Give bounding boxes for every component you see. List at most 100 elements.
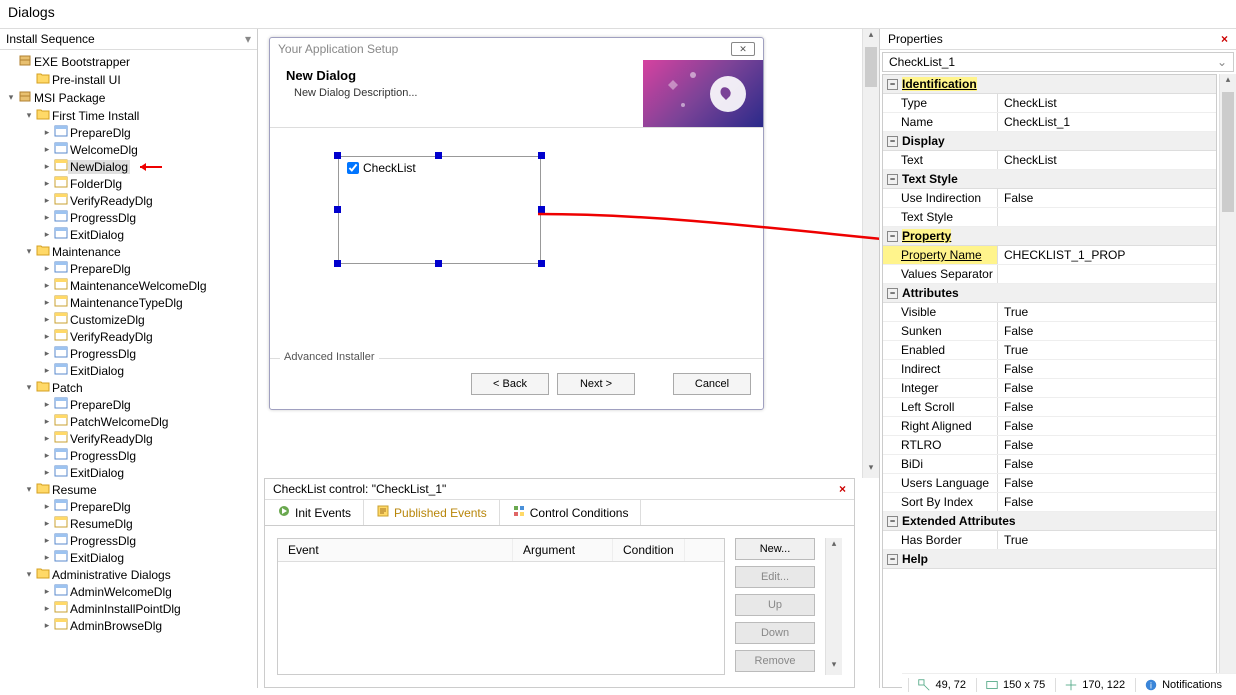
prop-row-indirect[interactable]: IndirectFalse [883, 360, 1216, 379]
prop-row-values-separator[interactable]: Values Separator [883, 265, 1216, 284]
prop-value[interactable]: False [998, 436, 1216, 454]
prop-row-use-indirection[interactable]: Use IndirectionFalse [883, 189, 1216, 208]
prop-row-name[interactable]: NameCheckList_1 [883, 113, 1216, 132]
checklist-control[interactable]: CheckList [338, 156, 541, 264]
prop-value[interactable]: False [998, 455, 1216, 473]
resize-handle[interactable] [538, 206, 545, 213]
expand-icon[interactable]: ▾ [4, 91, 18, 105]
tree-item-preparedlg[interactable]: ▸PrepareDlg [0, 124, 257, 141]
expand-icon[interactable]: ▸ [40, 228, 54, 242]
collapse-icon[interactable]: − [887, 79, 898, 90]
prop-group-help[interactable]: −Help [883, 550, 1216, 569]
prop-row-has-border[interactable]: Has BorderTrue [883, 531, 1216, 550]
tree-item-administrative-dialogs[interactable]: ▾Administrative Dialogs [0, 566, 257, 583]
prop-value[interactable]: CheckList_1 [998, 113, 1216, 131]
collapse-icon[interactable]: − [887, 136, 898, 147]
expand-icon[interactable]: ▸ [40, 364, 54, 378]
close-icon[interactable]: ✕ [731, 42, 755, 56]
tree-item-first-time-install[interactable]: ▾First Time Install [0, 107, 257, 124]
tree-item-maintenance[interactable]: ▾Maintenance [0, 243, 257, 260]
next-button[interactable]: Next > [557, 373, 635, 395]
scrollbar[interactable]: ▴ ▾ [1219, 74, 1236, 688]
prop-value[interactable]: False [998, 398, 1216, 416]
expand-icon[interactable]: ▾ [22, 381, 36, 395]
prop-row-property-name[interactable]: Property NameCHECKLIST_1_PROP [883, 246, 1216, 265]
tab-published-events[interactable]: Published Events [364, 500, 500, 525]
resize-handle[interactable] [334, 260, 341, 267]
prop-value[interactable]: False [998, 189, 1216, 207]
prop-value[interactable]: False [998, 322, 1216, 340]
prop-row-visible[interactable]: VisibleTrue [883, 303, 1216, 322]
close-icon[interactable]: × [839, 482, 846, 496]
prop-group-property[interactable]: −Property [883, 227, 1216, 246]
collapse-icon[interactable]: − [887, 174, 898, 185]
prop-row-users-language[interactable]: Users LanguageFalse [883, 474, 1216, 493]
prop-row-rtlro[interactable]: RTLROFalse [883, 436, 1216, 455]
resize-handle[interactable] [538, 152, 545, 159]
collapse-icon[interactable]: − [887, 516, 898, 527]
new-button[interactable]: New... [735, 538, 815, 560]
prop-value[interactable] [998, 208, 1216, 226]
expand-icon[interactable]: ▸ [40, 211, 54, 225]
status-notifications[interactable]: i Notifications [1135, 678, 1230, 692]
back-button[interactable]: < Back [471, 373, 549, 395]
tree-item-folderdlg[interactable]: ▸FolderDlg [0, 175, 257, 192]
tree-item-welcomedlg[interactable]: ▸WelcomeDlg [0, 141, 257, 158]
tree-item-exe-bootstrapper[interactable]: EXE Bootstrapper [0, 52, 257, 71]
column-header-argument[interactable]: Argument [513, 539, 613, 561]
tree-item-resumedlg[interactable]: ▸ResumeDlg [0, 515, 257, 532]
prop-group-text-style[interactable]: −Text Style [883, 170, 1216, 189]
expand-icon[interactable]: ▸ [40, 330, 54, 344]
dialog-tree[interactable]: EXE BootstrapperPre-install UI▾MSI Packa… [0, 50, 257, 688]
expand-icon[interactable] [4, 55, 18, 69]
tree-item-patchwelcomedlg[interactable]: ▸PatchWelcomeDlg [0, 413, 257, 430]
prop-value[interactable]: False [998, 360, 1216, 378]
checklist-checkbox[interactable] [347, 162, 359, 174]
expand-icon[interactable]: ▸ [40, 347, 54, 361]
prop-value[interactable]: True [998, 303, 1216, 321]
tree-item-verifyreadydlg[interactable]: ▸VerifyReadyDlg [0, 328, 257, 345]
dialog-canvas[interactable]: Your Application Setup ✕ New Dialog New … [258, 29, 879, 478]
tree-item-resume[interactable]: ▾Resume [0, 481, 257, 498]
expand-icon[interactable]: ▾ [22, 245, 36, 259]
expand-icon[interactable] [22, 73, 36, 87]
chevron-down-icon[interactable]: ▾ [245, 32, 251, 46]
expand-icon[interactable]: ▸ [40, 551, 54, 565]
resize-handle[interactable] [334, 206, 341, 213]
prop-group-identification[interactable]: −Identification [883, 75, 1216, 94]
property-grid[interactable]: −IdentificationTypeCheckListNameCheckLis… [882, 74, 1217, 688]
tree-item-preparedlg[interactable]: ▸PrepareDlg [0, 260, 257, 277]
tree-item-newdialog[interactable]: ▸NewDialog [0, 158, 257, 175]
prop-row-text-style[interactable]: Text Style [883, 208, 1216, 227]
expand-icon[interactable]: ▸ [40, 126, 54, 140]
expand-icon[interactable]: ▸ [40, 602, 54, 616]
expand-icon[interactable]: ▾ [22, 568, 36, 582]
expand-icon[interactable]: ▸ [40, 398, 54, 412]
tree-item-maintenancetypedlg[interactable]: ▸MaintenanceTypeDlg [0, 294, 257, 311]
preview-body[interactable]: CheckList [270, 128, 763, 358]
prop-value[interactable]: CHECKLIST_1_PROP [998, 246, 1216, 264]
expand-icon[interactable]: ▸ [40, 279, 54, 293]
prop-value[interactable]: True [998, 341, 1216, 359]
prop-row-text[interactable]: TextCheckList [883, 151, 1216, 170]
scrollbar[interactable]: ▴ ▾ [862, 29, 879, 478]
prop-row-enabled[interactable]: EnabledTrue [883, 341, 1216, 360]
properties-object-selector[interactable]: CheckList_1 ⌄ [882, 52, 1234, 72]
prop-group-extended-attributes[interactable]: −Extended Attributes [883, 512, 1216, 531]
tree-item-preparedlg[interactable]: ▸PrepareDlg [0, 498, 257, 515]
tree-item-customizedlg[interactable]: ▸CustomizeDlg [0, 311, 257, 328]
column-header-condition[interactable]: Condition [613, 539, 685, 561]
close-icon[interactable]: × [1221, 32, 1228, 46]
resize-handle[interactable] [435, 260, 442, 267]
collapse-icon[interactable]: − [887, 231, 898, 242]
expand-icon[interactable]: ▸ [40, 449, 54, 463]
tree-item-progressdlg[interactable]: ▸ProgressDlg [0, 209, 257, 226]
expand-icon[interactable]: ▸ [40, 313, 54, 327]
expand-icon[interactable]: ▸ [40, 619, 54, 633]
tree-item-admininstallpointdlg[interactable]: ▸AdminInstallPointDlg [0, 600, 257, 617]
scrollbar[interactable]: ▴ ▾ [825, 538, 842, 675]
prop-row-sort-by-index[interactable]: Sort By IndexFalse [883, 493, 1216, 512]
expand-icon[interactable]: ▸ [40, 415, 54, 429]
prop-value[interactable]: False [998, 379, 1216, 397]
expand-icon[interactable]: ▸ [40, 466, 54, 480]
